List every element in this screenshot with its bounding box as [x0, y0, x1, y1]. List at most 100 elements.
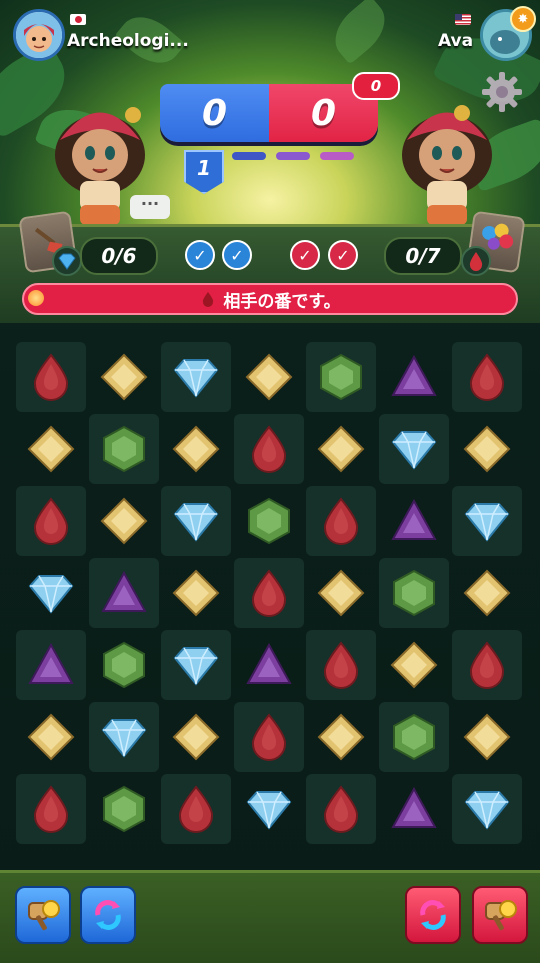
board-cell[interactable] [88, 414, 159, 484]
opponent-shuffle-booster [405, 886, 461, 944]
purple-gem-icon [391, 786, 437, 828]
board-cell[interactable] [233, 702, 304, 772]
game-board[interactable] [16, 342, 524, 846]
green-gem-icon [102, 425, 145, 473]
shuffle-icon [420, 900, 446, 930]
blue-diamond-goal-icon [52, 246, 82, 276]
purple-gem-icon [391, 354, 437, 396]
board-cell[interactable] [89, 342, 159, 412]
yellow-gem-icon [100, 353, 148, 401]
board-cell[interactable] [451, 486, 522, 556]
board-cell[interactable] [161, 774, 232, 844]
red-gem-icon [469, 353, 504, 401]
board-cell[interactable] [379, 774, 449, 844]
blue-gem-icon [464, 503, 509, 542]
hammer-booster-button[interactable] [15, 886, 71, 944]
blue-gem-icon [173, 359, 219, 398]
red-drop-icon [203, 292, 214, 307]
red-gem-icon [251, 569, 286, 617]
board-cell[interactable] [234, 630, 304, 700]
left-player-name: Archeologi... [67, 31, 189, 51]
yellow-gem-icon [317, 425, 365, 473]
board-cell[interactable] [452, 414, 522, 484]
board-cell[interactable] [89, 486, 159, 556]
board-cell[interactable] [451, 774, 522, 844]
yellow-gem-icon [100, 497, 148, 545]
board-cell[interactable] [306, 486, 377, 556]
board-cell[interactable] [379, 558, 449, 628]
board-cell[interactable] [89, 774, 159, 844]
yellow-gem-icon [463, 713, 511, 761]
board-cell[interactable] [451, 630, 522, 700]
blue-gem-icon [173, 503, 219, 542]
opponent-hammer-booster [472, 886, 528, 944]
board-cell[interactable] [89, 630, 159, 700]
right-check-icon: ✓ [290, 240, 320, 270]
red-gem-icon [251, 713, 286, 761]
board-cell[interactable] [451, 342, 522, 412]
shuffle-booster-button[interactable] [80, 886, 136, 944]
green-gem-icon [393, 713, 435, 761]
board-cell[interactable] [161, 414, 231, 484]
purple-gem-icon [100, 570, 147, 612]
board-cell[interactable] [306, 558, 376, 628]
purple-gem-icon [246, 642, 292, 684]
board-cell[interactable] [234, 486, 304, 556]
red-gem-icon [324, 785, 359, 833]
green-gem-icon [320, 353, 363, 401]
board-cell[interactable] [233, 558, 304, 628]
board-cell[interactable] [16, 342, 86, 412]
shuffle-icon [95, 900, 121, 930]
board-cell[interactable] [16, 558, 86, 628]
board-cell[interactable] [452, 702, 522, 772]
left-player-avatar[interactable] [13, 9, 65, 61]
red-gem-icon [179, 785, 214, 833]
board-cell[interactable] [379, 702, 449, 772]
spark-icon [28, 290, 44, 306]
red-gem-icon [469, 641, 504, 689]
red-gem-icon [324, 641, 359, 689]
blue-gem-icon [101, 719, 146, 758]
board-cell[interactable] [452, 558, 522, 628]
blue-gem-icon [173, 647, 219, 686]
board-cell[interactable] [161, 342, 232, 412]
board-cell[interactable] [306, 702, 376, 772]
green-gem-icon [247, 497, 290, 545]
turn-message-bar: 相手の番です。 [22, 283, 518, 315]
board-cell[interactable] [379, 486, 449, 556]
left-check-icon: ✓ [222, 240, 252, 270]
board-cell[interactable] [379, 414, 449, 484]
board-cell[interactable] [234, 774, 304, 844]
board-cell[interactable] [88, 558, 159, 628]
progress-pip [232, 152, 266, 160]
blue-gem-icon [28, 575, 74, 614]
board-cell[interactable] [379, 342, 449, 412]
board-cell[interactable] [306, 630, 377, 700]
chat-bubble-icon[interactable]: ··· [130, 195, 170, 219]
board-cell[interactable] [379, 630, 449, 700]
purple-gem-icon [28, 642, 74, 684]
board-cell[interactable] [161, 486, 232, 556]
board-cell[interactable] [306, 774, 377, 844]
turn-message-text: 相手の番です。 [223, 291, 341, 312]
jp-flag-icon [70, 14, 86, 25]
board-cell[interactable] [233, 414, 304, 484]
board-cell[interactable] [16, 702, 86, 772]
board-cell[interactable] [16, 774, 86, 844]
board-cell[interactable] [161, 558, 231, 628]
blue-gem-icon [464, 791, 509, 830]
board-cell[interactable] [306, 414, 376, 484]
green-gem-icon [393, 569, 435, 617]
right-player-name: Ava [438, 31, 474, 51]
left-check-icon: ✓ [185, 240, 215, 270]
board-cell[interactable] [16, 630, 86, 700]
board-cell[interactable] [16, 486, 86, 556]
board-cell[interactable] [306, 342, 377, 412]
board-cell[interactable] [88, 702, 159, 772]
board-cell[interactable] [161, 702, 231, 772]
progress-pip [320, 152, 354, 160]
board-cell[interactable] [16, 414, 86, 484]
board-cell[interactable] [161, 630, 232, 700]
board-cell[interactable] [234, 342, 304, 412]
score-panel: 0 0 [160, 84, 378, 142]
